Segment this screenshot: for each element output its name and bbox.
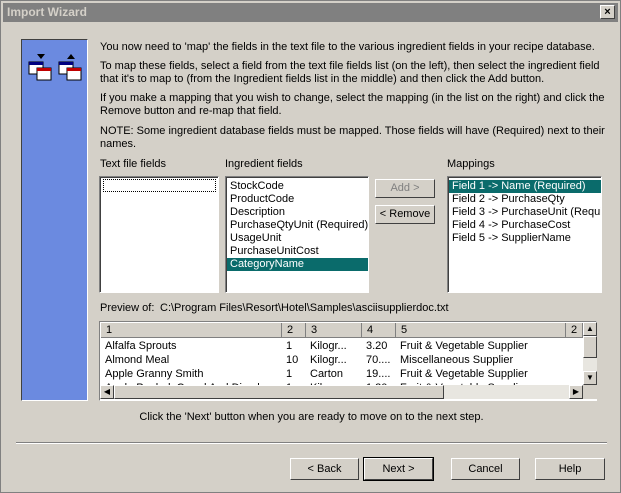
window-title: Import Wizard bbox=[7, 5, 87, 19]
list-item-selected[interactable]: Field 1 -> Name (Required) bbox=[449, 180, 601, 193]
list-item[interactable]: PurchaseUnitCost bbox=[227, 245, 368, 258]
table-cell: Carton bbox=[310, 368, 344, 380]
table-cell: 1 bbox=[286, 368, 293, 380]
text-file-fields-label: Text file fields bbox=[100, 158, 167, 170]
list-item[interactable]: Description bbox=[227, 206, 368, 219]
list-item[interactable]: UsageUnit bbox=[227, 232, 368, 245]
table-cell: Fruit & Vegetable Supplier bbox=[400, 368, 528, 380]
remove-button[interactable]: < Remove bbox=[375, 205, 435, 224]
table-cell: 1 bbox=[286, 340, 293, 352]
column-header-5[interactable]: 5 bbox=[396, 323, 566, 338]
list-item[interactable]: Field 2 -> PurchaseQty bbox=[449, 193, 601, 206]
next-button[interactable]: Next > bbox=[363, 457, 434, 481]
preview-path: C:\Program Files\Resort\Hotel\Samples\as… bbox=[160, 302, 449, 314]
list-item-selected[interactable]: CategoryName bbox=[227, 258, 368, 271]
table-cell: Fruit & Vegetable Supplier bbox=[400, 340, 528, 352]
list-item[interactable]: Field 3 -> PurchaseUnit (Required) bbox=[449, 206, 601, 219]
preview-horizontal-scrollbar[interactable]: ◀ ▶ bbox=[100, 385, 583, 399]
instruction-2: To map these fields, select a field from… bbox=[100, 60, 600, 85]
close-icon: × bbox=[604, 6, 611, 18]
mappings-list[interactable]: Field 1 -> Name (Required) Field 2 -> Pu… bbox=[447, 176, 602, 293]
column-header-3[interactable]: 3 bbox=[306, 323, 362, 338]
text-file-fields-list[interactable] bbox=[99, 176, 219, 293]
add-button[interactable]: Add > bbox=[375, 179, 435, 198]
table-cell: 70.... bbox=[366, 354, 391, 366]
column-header-2[interactable]: 2 bbox=[282, 323, 306, 338]
list-item[interactable]: ProductCode bbox=[227, 193, 368, 206]
wizard-sidebar bbox=[21, 39, 88, 401]
list-item[interactable]: Field 5 -> SupplierName bbox=[449, 232, 601, 245]
column-header-6[interactable]: 2 bbox=[566, 323, 583, 338]
ingredient-fields-list[interactable]: StockCode ProductCode Description Purcha… bbox=[225, 176, 369, 293]
list-item[interactable]: Field 4 -> PurchaseCost bbox=[449, 219, 601, 232]
table-cell: Miscellaneous Supplier bbox=[400, 354, 514, 366]
scroll-corner bbox=[583, 385, 597, 399]
column-header-1[interactable]: 1 bbox=[101, 323, 282, 338]
instruction-3: If you make a mapping that you wish to c… bbox=[100, 92, 605, 117]
table-cell: Alfalfa Sprouts bbox=[105, 340, 177, 352]
help-button[interactable]: Help bbox=[535, 458, 605, 480]
mappings-label: Mappings bbox=[447, 158, 495, 170]
scroll-thumb[interactable] bbox=[114, 385, 444, 399]
cancel-button[interactable]: Cancel bbox=[451, 458, 520, 480]
ingredient-fields-label: Ingredient fields bbox=[225, 158, 303, 170]
table-cell: 3.20 bbox=[366, 340, 388, 352]
preview-label: Preview of: bbox=[100, 302, 155, 314]
instruction-4: NOTE: Some ingredient database fields mu… bbox=[100, 125, 605, 150]
column-header-4[interactable]: 4 bbox=[362, 323, 396, 338]
mapping-icon bbox=[28, 54, 82, 81]
close-button[interactable]: × bbox=[600, 5, 615, 19]
back-button[interactable]: < Back bbox=[290, 458, 359, 480]
list-item[interactable]: StockCode bbox=[227, 180, 368, 193]
scroll-down-button[interactable]: ▼ bbox=[583, 371, 597, 385]
scroll-right-button[interactable]: ▶ bbox=[569, 385, 583, 399]
table-cell: 19.... bbox=[366, 368, 391, 380]
table-cell: 10 bbox=[286, 354, 299, 366]
table-cell: Kilogr... bbox=[310, 340, 347, 352]
list-item[interactable]: PurchaseQtyUnit (Required) bbox=[227, 219, 368, 232]
divider bbox=[16, 442, 607, 444]
scroll-left-button[interactable]: ◀ bbox=[100, 385, 114, 399]
table-cell: Kilogr... bbox=[310, 354, 347, 366]
instruction-1: You now need to 'map' the fields in the … bbox=[100, 41, 595, 53]
table-cell: Almond Meal bbox=[105, 354, 170, 366]
list-item[interactable] bbox=[103, 179, 216, 192]
title-bar[interactable]: Import Wizard × bbox=[3, 3, 618, 22]
scroll-up-button[interactable]: ▲ bbox=[583, 322, 597, 336]
footer-hint: Click the 'Next' button when you are rea… bbox=[139, 411, 484, 423]
table-cell: Apple Granny Smith bbox=[105, 368, 204, 380]
preview-vertical-scrollbar[interactable]: ▲ ▼ bbox=[583, 322, 597, 385]
scroll-thumb[interactable] bbox=[583, 336, 597, 358]
import-wizard-window: Import Wizard × You now need to 'map' th… bbox=[0, 0, 621, 493]
